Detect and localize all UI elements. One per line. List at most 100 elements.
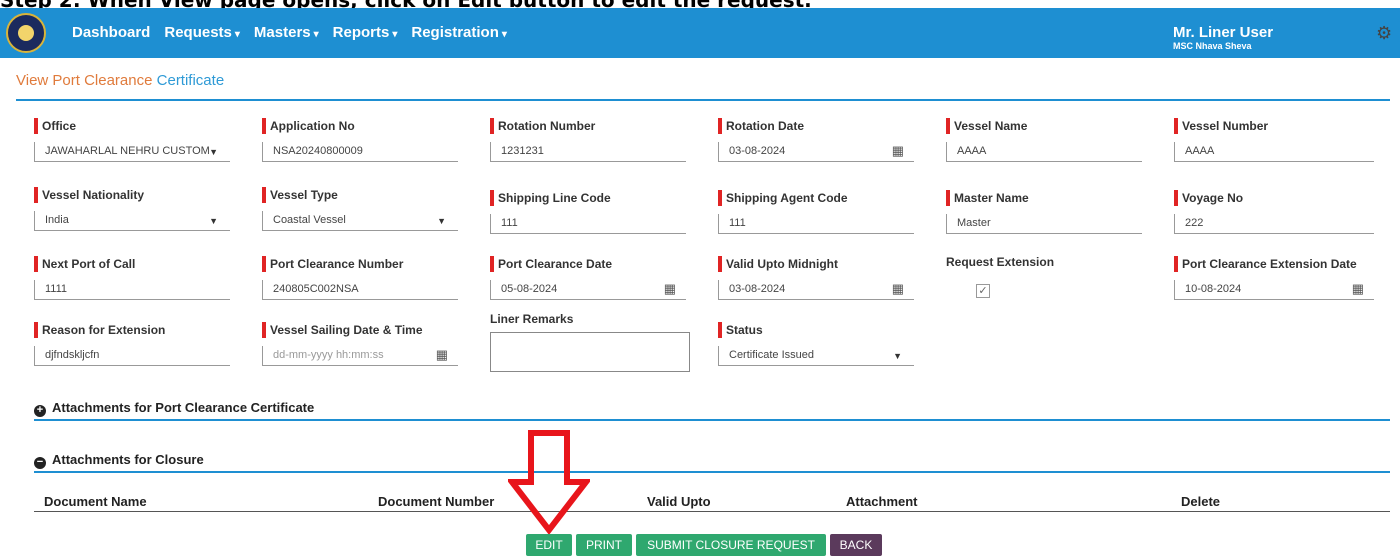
chevron-down-icon: ▾ xyxy=(313,29,319,40)
calendar-icon[interactable]: ▦ xyxy=(664,280,676,298)
back-button[interactable]: BACK xyxy=(830,534,882,556)
field-port-clearance-date: Port Clearance Date 05-08-2024 ▦ xyxy=(490,256,686,300)
caret-down-icon[interactable]: ▼ xyxy=(437,212,446,230)
next-port-of-call-input[interactable]: 1111 xyxy=(34,280,230,300)
edit-button[interactable]: EDIT xyxy=(526,534,572,556)
vessel-name-input[interactable]: AAAA xyxy=(946,142,1142,162)
status-input[interactable]: Certificate Issued ▼ xyxy=(718,346,914,366)
chevron-down-icon: ▾ xyxy=(234,29,240,40)
master-name-input[interactable]: Master xyxy=(946,214,1142,234)
section-attachments-pcc[interactable]: + Attachments for Port Clearance Certific… xyxy=(34,400,314,417)
port-clearance-number-input[interactable]: 240805C002NSA xyxy=(262,280,458,300)
rotation-number-input[interactable]: 1231231 xyxy=(490,142,686,162)
calendar-icon[interactable]: ▦ xyxy=(1352,280,1364,298)
field-shipping-line-code: Shipping Line Code 111 xyxy=(490,190,686,234)
submit-closure-request-button[interactable]: SUBMIT CLOSURE REQUEST xyxy=(636,534,826,556)
menu-requests[interactable]: Requests ▾ xyxy=(164,24,240,41)
input-value: djfndskljcfn xyxy=(45,349,100,361)
voyage-no-input[interactable]: 222 xyxy=(1174,214,1374,234)
field-label: Reason for Extension xyxy=(34,322,230,338)
input-value: AAAA xyxy=(957,145,987,157)
input-value: JAWAHARLAL NEHRU CUSTOM xyxy=(45,145,210,157)
field-vessel-nationality: Vessel Nationality India ▼ xyxy=(34,187,230,231)
shipping-line-code-input[interactable]: 111 xyxy=(490,214,686,234)
reason-for-extension-input[interactable]: djfndskljcfn xyxy=(34,346,230,366)
field-master-name: Master Name Master xyxy=(946,190,1142,234)
shipping-agent-code-input[interactable]: 111 xyxy=(718,214,914,234)
input-value: dd-mm-yyyy hh:mm:ss xyxy=(273,349,384,361)
field-rotation-date: Rotation Date 03-08-2024 ▦ xyxy=(718,118,914,162)
vessel-sailing-date-and-time-input[interactable]: dd-mm-yyyy hh:mm:ss ▦ xyxy=(262,346,458,366)
field-label: Port Clearance Number xyxy=(262,256,458,272)
field-label: Application No xyxy=(262,118,458,134)
input-value: 03-08-2024 xyxy=(729,283,786,295)
field-request-extension: Request Extension xyxy=(946,254,1142,270)
caret-down-icon[interactable]: ▼ xyxy=(209,143,218,161)
collapse-icon: − xyxy=(34,457,46,469)
field-status: Status Certificate Issued ▼ xyxy=(718,322,914,366)
menu-masters[interactable]: Masters ▾ xyxy=(254,24,319,41)
input-value: Certificate Issued xyxy=(729,349,814,361)
vessel-type-input[interactable]: Coastal Vessel ▼ xyxy=(262,211,458,231)
field-next-port-of-call: Next Port of Call 1111 xyxy=(34,256,230,300)
field-label: Vessel Sailing Date & Time xyxy=(262,322,458,338)
input-value: Master xyxy=(957,217,991,229)
chevron-down-icon: ▾ xyxy=(392,29,398,40)
port-clearance-date-input[interactable]: 05-08-2024 ▦ xyxy=(490,280,686,300)
input-value: AAAA xyxy=(1185,145,1215,157)
field-label: Office xyxy=(34,118,230,134)
field-label: Vessel Type xyxy=(262,187,458,203)
field-label: Port Clearance Date xyxy=(490,256,686,272)
menu-registration[interactable]: Registration ▾ xyxy=(411,24,507,41)
vessel-number-input[interactable]: AAAA xyxy=(1174,142,1374,162)
instruction-caption: Step 2: When View page opens, click on E… xyxy=(0,0,812,8)
caret-down-icon[interactable]: ▼ xyxy=(893,347,902,365)
field-label: Request Extension xyxy=(946,255,1055,269)
column-header-document-number: Document Number xyxy=(378,494,495,509)
input-value: NSA20240800009 xyxy=(273,145,363,157)
application-no-input[interactable]: NSA20240800009 xyxy=(262,142,458,162)
input-value: 03-08-2024 xyxy=(729,145,786,157)
field-vessel-sailing-date-and-time: Vessel Sailing Date & Time dd-mm-yyyy hh:… xyxy=(262,322,458,366)
field-office: Office JAWAHARLAL NEHRU CUSTOM ▼ xyxy=(34,118,230,162)
section-divider xyxy=(34,419,1390,421)
annotation-arrow-icon xyxy=(508,430,590,534)
expand-icon: + xyxy=(34,405,46,417)
calendar-icon[interactable]: ▦ xyxy=(892,142,904,160)
field-label: Liner Remarks xyxy=(490,312,574,326)
user-info[interactable]: Mr. Liner User MSC Nhava Sheva xyxy=(1173,24,1273,51)
field-label: Status xyxy=(718,322,914,338)
request-extension-checkbox[interactable]: ✓ xyxy=(976,284,990,298)
field-label: Vessel Name xyxy=(946,118,1142,134)
field-vessel-name: Vessel Name AAAA xyxy=(946,118,1142,162)
valid-upto-midnight-input[interactable]: 03-08-2024 ▦ xyxy=(718,280,914,300)
table-header-divider xyxy=(34,511,1390,512)
office-input[interactable]: JAWAHARLAL NEHRU CUSTOM ▼ xyxy=(34,142,230,162)
vessel-nationality-input[interactable]: India ▼ xyxy=(34,211,230,231)
field-vessel-type: Vessel Type Coastal Vessel ▼ xyxy=(262,187,458,231)
input-value: 05-08-2024 xyxy=(501,283,558,295)
input-value: 10-08-2024 xyxy=(1185,283,1242,295)
rotation-date-input[interactable]: 03-08-2024 ▦ xyxy=(718,142,914,162)
calendar-icon[interactable]: ▦ xyxy=(892,280,904,298)
input-value: Coastal Vessel xyxy=(273,214,346,226)
input-value: 111 xyxy=(729,217,746,229)
port-clearance-extension-date-input[interactable]: 10-08-2024 ▦ xyxy=(1174,280,1374,300)
user-name: Mr. Liner User xyxy=(1173,24,1274,41)
column-header-attachment: Attachment xyxy=(846,494,918,509)
section-attachments-closure[interactable]: − Attachments for Closure xyxy=(34,452,204,469)
field-reason-for-extension: Reason for Extension djfndskljcfn xyxy=(34,322,230,366)
print-button[interactable]: PRINT xyxy=(576,534,632,556)
menu-reports[interactable]: Reports ▾ xyxy=(333,24,398,41)
emblem-logo[interactable] xyxy=(6,13,46,53)
input-value: 222 xyxy=(1185,217,1204,229)
calendar-icon[interactable]: ▦ xyxy=(436,346,448,364)
field-label: Master Name xyxy=(946,190,1142,206)
liner-remarks-textarea[interactable] xyxy=(490,332,690,372)
section-divider xyxy=(34,471,1390,473)
field-valid-upto-midnight: Valid Upto Midnight 03-08-2024 ▦ xyxy=(718,256,914,300)
gear-icon[interactable]: ⚙ xyxy=(1376,23,1392,44)
caret-down-icon[interactable]: ▼ xyxy=(209,212,218,230)
field-label: Rotation Number xyxy=(490,118,686,134)
menu-dashboard[interactable]: Dashboard xyxy=(72,24,150,41)
